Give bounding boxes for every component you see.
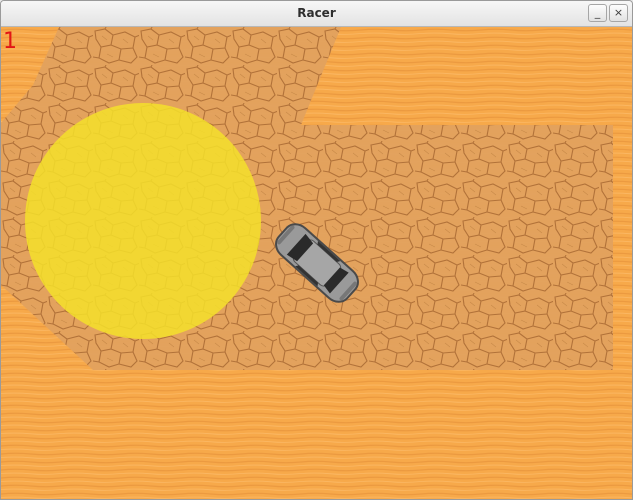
score-counter: 1: [3, 29, 17, 54]
close-button[interactable]: ×: [609, 4, 628, 22]
game-scene: [1, 27, 632, 499]
game-window: Racer _ × 1: [0, 0, 633, 500]
checkpoint-circle: [25, 103, 261, 339]
minimize-button[interactable]: _: [588, 4, 607, 22]
window-title: Racer: [297, 6, 336, 20]
game-canvas[interactable]: [1, 27, 632, 499]
title-bar[interactable]: Racer _ ×: [1, 1, 632, 27]
